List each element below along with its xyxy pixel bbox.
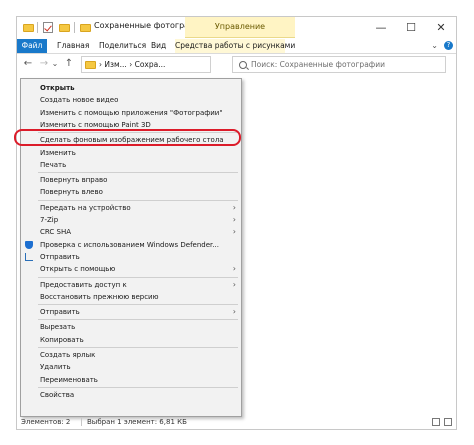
- menu-item[interactable]: Переименовать: [22, 374, 240, 386]
- menu-item-label: Свойства: [40, 390, 75, 399]
- menu-item[interactable]: Предоставить доступ к ›: [22, 279, 240, 291]
- menu-item[interactable]: Свойства: [22, 389, 240, 401]
- menu-item[interactable]: Удалить: [22, 361, 240, 373]
- help-icon[interactable]: ?: [444, 41, 453, 50]
- menu-item-label: Отправить: [40, 252, 80, 261]
- menu-item[interactable]: Отправить: [22, 251, 240, 263]
- folder-icon: [21, 21, 35, 34]
- divider: [37, 22, 38, 33]
- menu-separator: [38, 276, 238, 278]
- menu-item-label: Повернуть влево: [40, 188, 103, 197]
- divider: [81, 418, 82, 426]
- details-view-icon[interactable]: [432, 418, 440, 426]
- menu-item[interactable]: Повернуть вправо: [22, 174, 240, 186]
- submenu-arrow-icon: ›: [232, 227, 236, 237]
- menu-item-label: Повернуть вправо: [40, 176, 108, 185]
- menu-item[interactable]: Проверка с использованием Windows Defend…: [22, 239, 240, 251]
- menu-item-label: Копировать: [40, 335, 84, 344]
- tab-picture-tools[interactable]: Средства работы с рисунками: [175, 39, 295, 53]
- menu-item-label: Переименовать: [40, 375, 98, 384]
- menu-item[interactable]: Открыть с помощью ›: [22, 263, 240, 275]
- properties-check-icon[interactable]: [41, 21, 55, 34]
- manage-context-tab: Управление: [185, 17, 295, 38]
- menu-item[interactable]: Открыть: [22, 82, 240, 94]
- expand-ribbon-icon[interactable]: ⌄: [431, 39, 438, 53]
- menu-item[interactable]: Отправить ›: [22, 306, 240, 318]
- menu-item[interactable]: Вырезать: [22, 321, 240, 333]
- menu-item[interactable]: Передать на устройство ›: [22, 202, 240, 214]
- menu-item-label: Открыть с помощью: [40, 265, 116, 274]
- selection-info: Выбран 1 элемент: 6,81 КБ: [87, 418, 187, 426]
- address-bar[interactable]: › Изм... › Сохра...: [81, 56, 211, 73]
- menu-item[interactable]: CRC SHA ›: [22, 226, 240, 238]
- menu-item-label: Передать на устройство: [40, 203, 131, 212]
- menu-separator: [38, 304, 238, 306]
- submenu-arrow-icon: ›: [232, 279, 236, 289]
- large-icons-view-icon[interactable]: [444, 418, 452, 426]
- recent-locations-icon[interactable]: ⌄: [50, 57, 60, 71]
- menu-item[interactable]: Изменить с помощью приложения "Фотографи…: [22, 107, 240, 119]
- menu-item[interactable]: Повернуть влево: [22, 186, 240, 198]
- tab-share[interactable]: Поделиться: [99, 39, 146, 53]
- menu-item[interactable]: Изменить: [22, 147, 240, 159]
- menu-item[interactable]: Копировать: [22, 334, 240, 346]
- search-icon: [239, 61, 247, 69]
- submenu-arrow-icon: ›: [232, 215, 236, 224]
- menu-separator: [38, 172, 238, 174]
- menu-item[interactable]: Создать ярлык: [22, 349, 240, 361]
- path-separator-icon: ›: [99, 60, 102, 69]
- tab-file[interactable]: Файл: [17, 39, 47, 53]
- new-folder-icon[interactable]: [57, 21, 71, 34]
- menu-separator: [38, 347, 238, 348]
- ribbon-tabs: Файл Главная Поделиться Вид Средства раб…: [17, 39, 456, 54]
- menu-separator: [38, 199, 238, 201]
- breadcrumb-item[interactable]: Сохра...: [135, 60, 166, 69]
- tab-home[interactable]: Главная: [57, 39, 89, 53]
- menu-item-label: Создать ярлык: [40, 351, 96, 359]
- menu-item-label: CRC SHA: [40, 228, 72, 237]
- item-count: Элементов: 2: [21, 418, 71, 426]
- status-bar: Элементов: 2 Выбран 1 элемент: 6,81 КБ: [17, 415, 456, 429]
- shield-icon: [25, 240, 33, 249]
- search-input[interactable]: Поиск: Сохраненные фотографии: [232, 56, 446, 73]
- forward-button[interactable]: →: [37, 57, 51, 71]
- menu-item-label: Предоставить доступ к: [40, 280, 127, 289]
- title-bar: Сохраненные фотографии Управление — ☐ ✕: [17, 17, 456, 39]
- submenu-arrow-icon: ›: [232, 202, 236, 212]
- up-button[interactable]: ↑: [62, 57, 76, 71]
- maximize-button[interactable]: ☐: [396, 17, 426, 39]
- search-placeholder: Поиск: Сохраненные фотографии: [251, 60, 385, 69]
- submenu-arrow-icon: ›: [232, 264, 236, 274]
- menu-item-label: Печать: [40, 160, 67, 169]
- divider: [74, 22, 75, 33]
- close-button[interactable]: ✕: [426, 17, 456, 39]
- submenu-arrow-icon: ›: [232, 307, 236, 317]
- back-button[interactable]: ←: [21, 57, 35, 71]
- tab-view[interactable]: Вид: [151, 39, 166, 53]
- menu-item[interactable]: 7-Zip ›: [22, 214, 240, 226]
- menu-item-label: 7-Zip: [40, 216, 59, 224]
- highlight-ring: [14, 129, 241, 146]
- menu-item-label: Открыть: [40, 84, 75, 92]
- share-icon: [25, 252, 33, 261]
- menu-item-label: Изменить: [40, 148, 76, 157]
- menu-item-label: Отправить: [40, 308, 80, 317]
- menu-separator: [38, 319, 238, 321]
- menu-item-label: Удалить: [40, 363, 71, 372]
- navigation-bar: ← → ⌄ ↑ › Изм... › Сохра... Поиск: Сохра…: [17, 54, 456, 76]
- minimize-button[interactable]: —: [366, 17, 396, 39]
- menu-item[interactable]: Восстановить прежнюю версию: [22, 291, 240, 303]
- menu-item-label: Вырезать: [40, 323, 76, 332]
- menu-item-label: Создать новое видео: [40, 96, 119, 105]
- folder-icon: [78, 21, 92, 34]
- menu-item[interactable]: Создать новое видео: [22, 94, 240, 106]
- menu-item-label: Восстановить прежнюю версию: [40, 292, 159, 301]
- folder-icon: [85, 61, 96, 69]
- explorer-window: Сохраненные фотографии Управление — ☐ ✕ …: [16, 16, 457, 430]
- menu-item-label: Изменить с помощью приложения "Фотографи…: [40, 108, 223, 117]
- menu-separator: [38, 386, 238, 388]
- breadcrumb-item[interactable]: Изм...: [104, 60, 126, 69]
- menu-item-label: Проверка с использованием Windows Defend…: [40, 240, 219, 249]
- menu-item[interactable]: Печать: [22, 159, 240, 171]
